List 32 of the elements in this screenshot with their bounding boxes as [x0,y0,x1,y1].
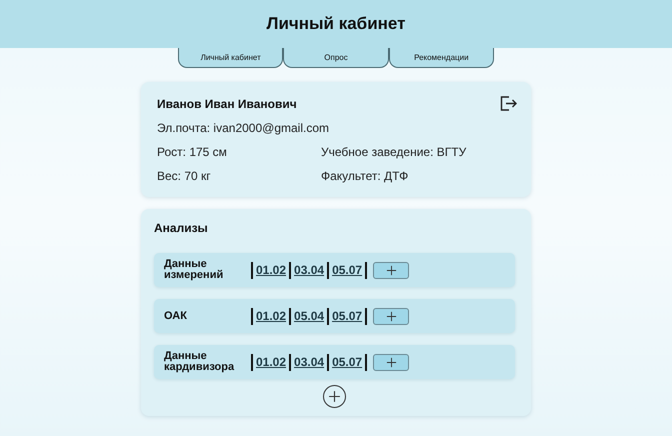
date-link[interactable]: 05.07 [332,355,362,369]
analysis-label: ОАК [164,310,188,322]
faculty-text: Факультет: ДТФ [321,169,410,183]
school-text: Учебное заведение: ВГТУ [321,145,468,159]
nav-tab[interactable]: Личный кабинет [178,48,284,68]
plus-icon [386,356,397,368]
add-button[interactable] [373,262,410,278]
analysis-label: Данные кардивизора [164,351,236,373]
height-text: Рост: 175 см [157,145,228,159]
page-title: Личный кабинет [266,14,406,34]
plus-icon [386,310,397,322]
plus-icon [328,390,341,403]
nav-tab[interactable]: Опрос [283,48,389,68]
date-link[interactable]: 01.02 [256,355,286,369]
email-text: Эл.почта: ivan2000@gmail.com [157,121,330,135]
date-link[interactable]: 05.07 [332,309,362,323]
add-button[interactable] [373,308,410,324]
date-link[interactable]: 01.02 [256,263,286,277]
date-link[interactable]: 03.04 [294,355,324,369]
user-name: Иванов Иван Иванович [157,96,297,110]
plus-icon [386,264,397,276]
date-link[interactable]: 05.07 [332,263,362,277]
nav-tab[interactable]: Рекомендации [388,48,494,68]
logout-icon[interactable] [500,96,517,111]
add-analysis-button[interactable] [323,385,346,408]
date-link[interactable]: 05.04 [294,309,324,323]
add-button[interactable] [373,354,410,370]
analysis-label: Данные измерений [164,259,224,281]
section-title: Анализы [154,221,209,235]
date-link[interactable]: 03.04 [294,263,324,277]
weight-text: Вес: 70 кг [157,169,212,183]
date-link[interactable]: 01.02 [256,309,286,323]
